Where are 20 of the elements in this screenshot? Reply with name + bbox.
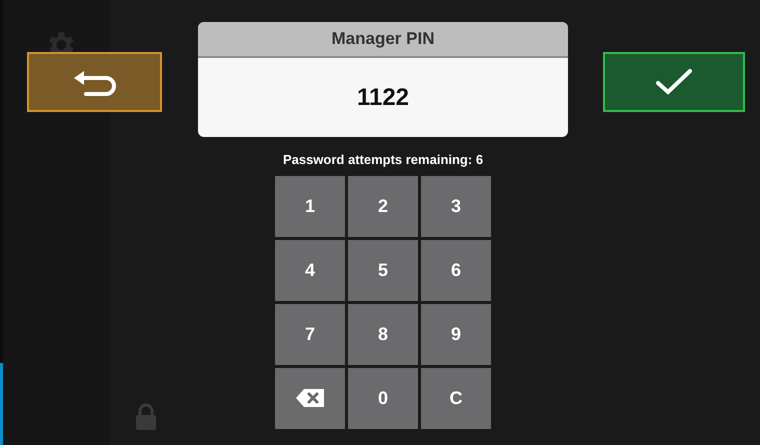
lock-icon bbox=[135, 403, 157, 431]
keypad-key[interactable]: 4 bbox=[275, 240, 345, 300]
keypad-key[interactable]: 1 bbox=[275, 176, 345, 236]
keypad-key[interactable]: 2 bbox=[348, 176, 418, 236]
attempts-remaining-text: Password attempts remaining: 6 bbox=[282, 151, 484, 169]
pin-value: 1122 bbox=[356, 82, 410, 112]
back-button[interactable] bbox=[27, 52, 162, 112]
keypad-key[interactable]: C bbox=[421, 368, 491, 428]
confirm-button[interactable] bbox=[603, 52, 745, 112]
keypad-key[interactable]: 9 bbox=[421, 304, 491, 364]
checkmark-icon bbox=[654, 67, 694, 97]
backspace-key[interactable] bbox=[275, 368, 345, 428]
keypad-key[interactable]: 6 bbox=[421, 240, 491, 300]
keypad-key[interactable]: 8 bbox=[348, 304, 418, 364]
backspace-icon bbox=[295, 388, 325, 408]
keypad-key[interactable]: 0 bbox=[348, 368, 418, 428]
dialog-title: Manager PIN bbox=[332, 28, 434, 50]
keypad-key[interactable]: 3 bbox=[421, 176, 491, 236]
keypad-key[interactable]: 5 bbox=[348, 240, 418, 300]
keypad-key[interactable]: 7 bbox=[275, 304, 345, 364]
